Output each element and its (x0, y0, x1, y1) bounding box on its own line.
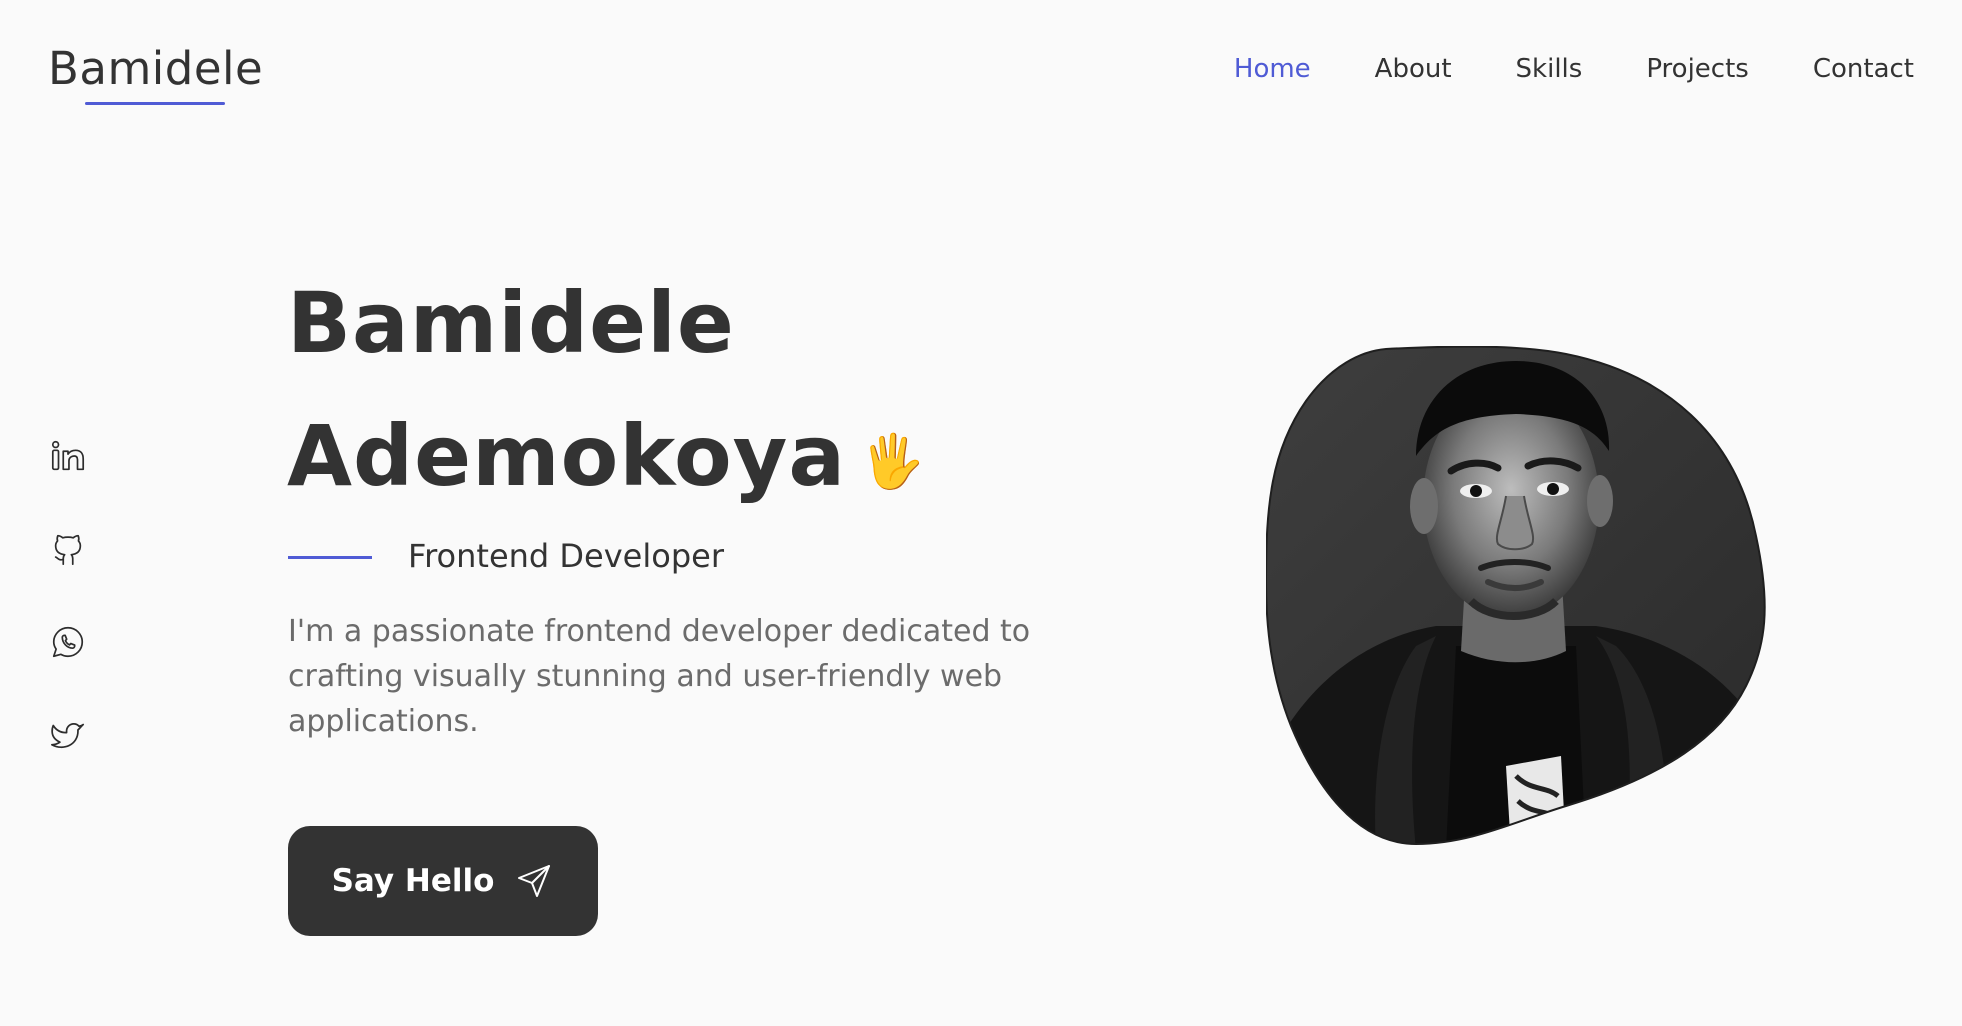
whatsapp-icon (52, 626, 84, 658)
nav-about[interactable]: About (1375, 54, 1452, 84)
nav-home[interactable]: Home (1234, 54, 1311, 84)
site-logo[interactable]: Bamidele (48, 42, 263, 95)
whatsapp-link[interactable] (48, 622, 88, 662)
site-header: Bamidele Home About Skills Projects Cont… (0, 0, 1962, 140)
hero-last-name: Ademokoya (287, 407, 847, 505)
main-nav: Home About Skills Projects Contact (1170, 54, 1914, 84)
twitter-link[interactable] (48, 715, 88, 755)
role-divider (288, 556, 372, 559)
profile-photo (1266, 346, 1766, 846)
linkedin-link[interactable] (48, 436, 88, 476)
nav-projects[interactable]: Projects (1646, 54, 1749, 84)
logo-underline (85, 102, 225, 105)
linkedin-icon (51, 440, 85, 471)
github-icon (54, 534, 82, 566)
wave-hand-icon: 🖐 (860, 432, 926, 492)
hero-first-name: Bamidele (287, 274, 735, 372)
nav-contact[interactable]: Contact (1813, 54, 1914, 84)
hero-role: Frontend Developer (408, 537, 724, 575)
say-hello-label: Say Hello (331, 863, 495, 899)
nav-skills[interactable]: Skills (1516, 54, 1583, 84)
github-link[interactable] (48, 529, 88, 569)
social-links (48, 436, 88, 808)
say-hello-button[interactable]: Say Hello (288, 826, 598, 936)
hero-description: I'm a passionate frontend developer dedi… (288, 614, 1031, 739)
twitter-icon (50, 723, 85, 749)
send-icon (518, 865, 551, 897)
hero-last-name-row: Ademokoya 🖐 (287, 414, 926, 498)
